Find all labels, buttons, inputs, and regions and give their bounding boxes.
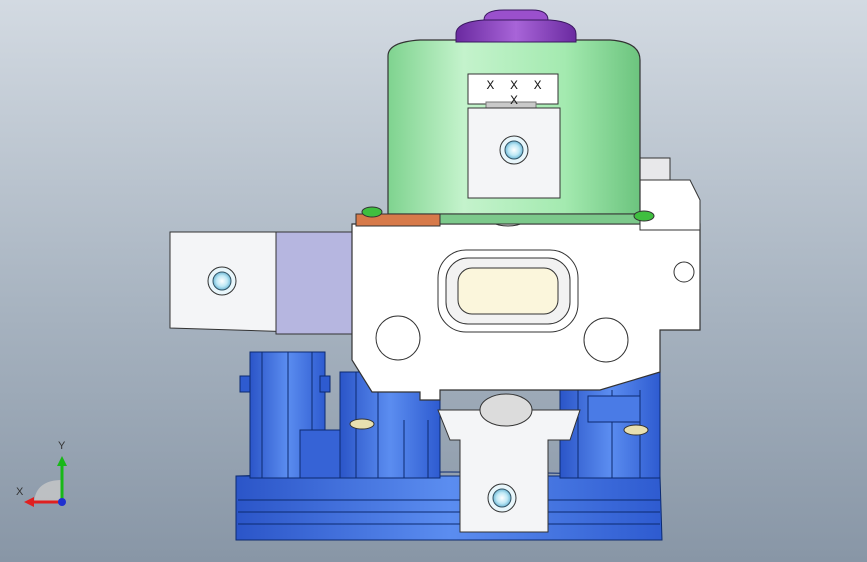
3d-model-view[interactable] — [0, 0, 867, 562]
x-axis-label: X — [16, 486, 24, 498]
graphics-viewport[interactable]: X X X X X Y — [0, 0, 867, 562]
y-axis-label: Y — [58, 440, 66, 452]
left-bracket — [169, 231, 361, 335]
axis-triad-icon[interactable]: X Y — [14, 440, 84, 510]
motor-marking-text: X X X X — [486, 78, 546, 108]
axis-triad-graphic — [24, 456, 67, 507]
motor-can — [355, 39, 655, 227]
motor-cap — [455, 9, 577, 43]
